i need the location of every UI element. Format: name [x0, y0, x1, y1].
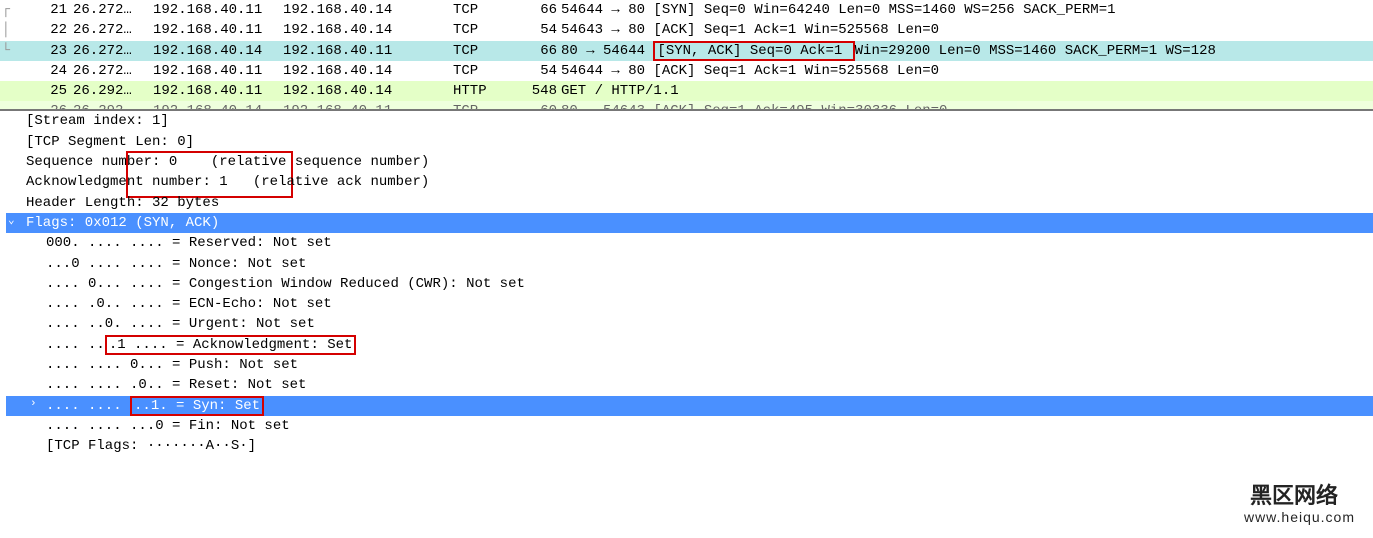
flag-syn[interactable]: ›.... .... ..1. = Syn: Set — [6, 396, 1373, 416]
chevron-down-icon[interactable]: ⌄ — [8, 214, 15, 230]
flag-fin[interactable]: .... .... ...0 = Fin: Not set — [6, 416, 1373, 436]
flag-cwr[interactable]: .... 0... .... = Congestion Window Reduc… — [6, 274, 1373, 294]
watermark-title: 黑区网络 — [1250, 484, 1355, 507]
watermark-url: www.heiqu.com — [1244, 507, 1355, 527]
col-info: 80 → 54644 [SYN, ACK] Seq=0 Ack=1 Win=29… — [557, 41, 1373, 61]
flag-ecn[interactable]: .... .0.. .... = ECN-Echo: Not set — [6, 294, 1373, 314]
field-sequence-number[interactable]: Sequence number: 0 (relative sequence nu… — [6, 152, 1373, 172]
col-src: 192.168.40.11 — [153, 0, 283, 20]
col-info: 54644 → 80 [SYN] Seq=0 Win=64240 Len=0 M… — [557, 0, 1373, 20]
packet-row[interactable]: 26 26.292… 192.168.40.14 192.168.40.11 T… — [0, 101, 1373, 109]
highlight-box: ..1. = Syn: Set — [130, 396, 264, 416]
chevron-right-icon[interactable]: › — [30, 397, 37, 413]
flag-nonce[interactable]: ...0 .... .... = Nonce: Not set — [6, 254, 1373, 274]
highlight-box: [SYN, ACK] Seq=0 Ack=1 — [653, 41, 854, 61]
flag-ack[interactable]: .... ...1 .... = Acknowledgment: Set — [6, 335, 1373, 355]
packet-details-pane[interactable]: [Stream index: 1] [TCP Segment Len: 0] S… — [0, 111, 1373, 456]
packet-row[interactable]: ┌ 21 26.272… 192.168.40.11 192.168.40.14… — [0, 0, 1373, 20]
packet-list-pane[interactable]: ┌ 21 26.272… 192.168.40.11 192.168.40.14… — [0, 0, 1373, 111]
packet-row-selected[interactable]: └ 23 26.272… 192.168.40.14 192.168.40.11… — [0, 41, 1373, 61]
field-tcp-flags[interactable]: [TCP Flags: ·······A··S·] — [6, 436, 1373, 456]
packet-row[interactable]: 25 26.292… 192.168.40.11 192.168.40.14 H… — [0, 81, 1373, 101]
highlight-box: .1 .... = Acknowledgment: Set — [105, 335, 357, 355]
watermark-logo: 黑区网络 www.heiqu.com — [1188, 482, 1355, 530]
field-ack-number[interactable]: Acknowledgment number: 1 (relative ack n… — [6, 172, 1373, 192]
flag-reset[interactable]: .... .... .0.. = Reset: Not set — [6, 375, 1373, 395]
col-no: 21 — [12, 0, 73, 20]
packet-row[interactable]: 24 26.272… 192.168.40.11 192.168.40.14 T… — [0, 61, 1373, 81]
field-stream-index[interactable]: [Stream index: 1] — [6, 111, 1373, 131]
col-len: 66 — [513, 0, 557, 20]
col-time: 26.272… — [73, 0, 153, 20]
mushroom-icon — [1188, 482, 1244, 530]
field-header-length[interactable]: Header Length: 32 bytes — [6, 193, 1373, 213]
packet-row[interactable]: │ 22 26.272… 192.168.40.11 192.168.40.14… — [0, 20, 1373, 40]
field-flags-summary[interactable]: ⌄Flags: 0x012 (SYN, ACK) — [6, 213, 1373, 233]
col-dst: 192.168.40.14 — [283, 0, 453, 20]
col-proto: TCP — [453, 0, 513, 20]
flag-push[interactable]: .... .... 0... = Push: Not set — [6, 355, 1373, 375]
field-segment-len[interactable]: [TCP Segment Len: 0] — [6, 132, 1373, 152]
flag-reserved[interactable]: 000. .... .... = Reserved: Not set — [6, 233, 1373, 253]
flag-urgent[interactable]: .... ..0. .... = Urgent: Not set — [6, 314, 1373, 334]
